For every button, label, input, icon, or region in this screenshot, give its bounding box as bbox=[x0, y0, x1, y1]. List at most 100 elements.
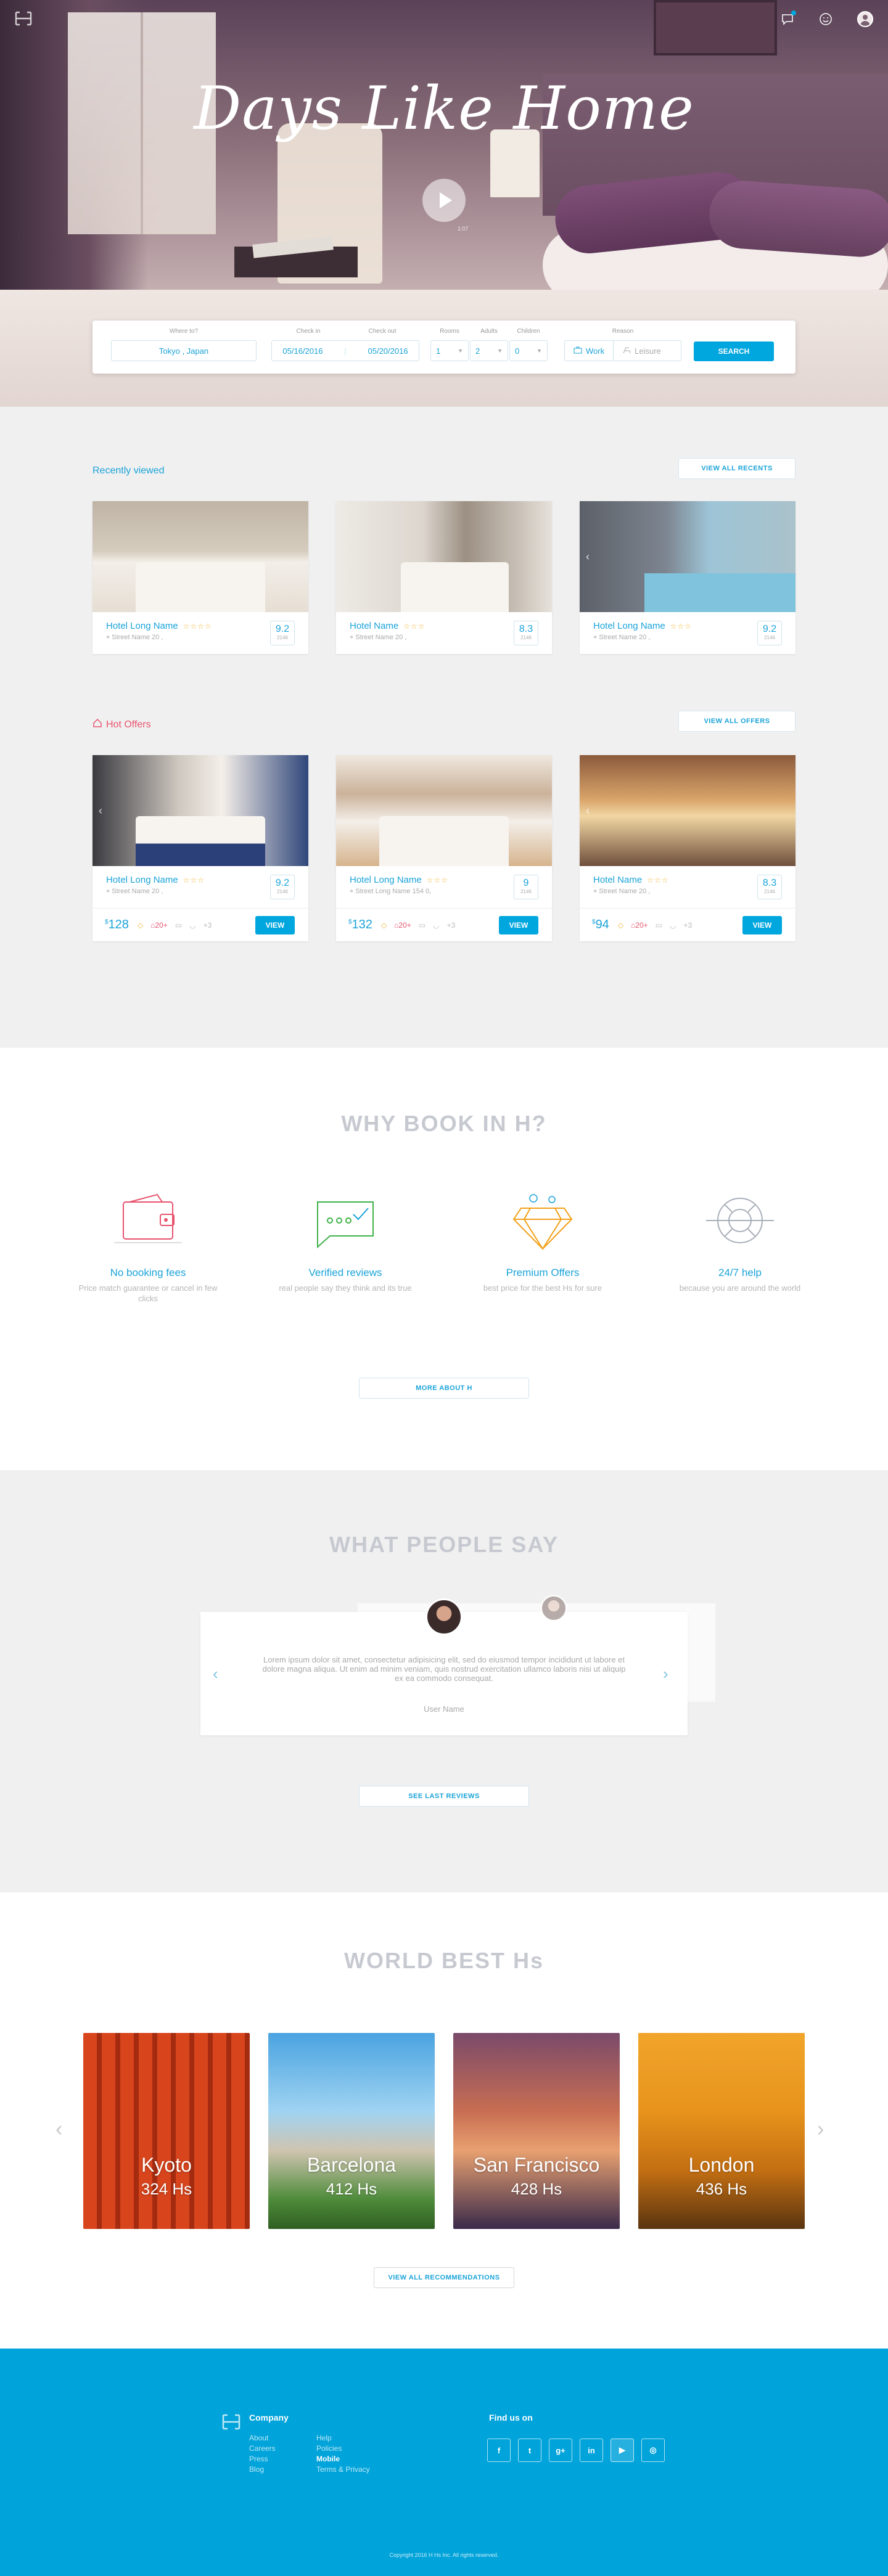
hotel-stars: ☆☆☆ bbox=[647, 875, 669, 885]
view-offer-button[interactable]: VIEW bbox=[499, 916, 538, 934]
photo-prev-arrow-icon[interactable]: ‹ bbox=[99, 804, 102, 817]
city-name: Kyoto bbox=[141, 2154, 192, 2176]
hotel-photo bbox=[336, 755, 552, 866]
chat-check-icon bbox=[265, 1187, 426, 1254]
footer-h-logo-icon[interactable] bbox=[222, 2414, 240, 2430]
youtube-icon[interactable]: ▶ bbox=[610, 2439, 634, 2462]
amenities: ◇ ⌂20+ ▭ ◡ +3 bbox=[381, 921, 455, 930]
location-pin-icon: ⌖ bbox=[350, 634, 356, 641]
hotel-name[interactable]: Hotel Long Name bbox=[106, 621, 178, 631]
instagram-icon[interactable]: ◎ bbox=[641, 2439, 665, 2462]
view-all-recents-button[interactable]: VIEW ALL RECENTS bbox=[678, 458, 796, 479]
hot-offers-title: Hot Offers bbox=[106, 719, 151, 730]
discount-badge: ⌂20+ bbox=[150, 920, 168, 930]
hotel-info: Hotel Long Name ☆☆☆ ⌖ Street Name 20 , 9.… bbox=[580, 612, 796, 654]
footer-link-mobile[interactable]: Mobile bbox=[316, 2455, 340, 2463]
reviewer-avatar-secondary[interactable] bbox=[540, 1595, 567, 1622]
reason-leisure-option[interactable]: Leisure bbox=[614, 341, 670, 361]
diamond-icon: ◇ bbox=[137, 920, 144, 930]
linkedin-icon[interactable]: in bbox=[580, 2439, 603, 2462]
feature-no-fees: No booking fees Price match guarantee or… bbox=[68, 1187, 228, 1304]
checkout-input[interactable]: 05/20/2016 bbox=[368, 346, 408, 356]
photo-bed bbox=[136, 562, 265, 612]
checkin-input[interactable]: 05/16/2016 bbox=[282, 346, 323, 356]
recent-hotel-card[interactable]: Hotel Long Name ☆☆☆☆ ⌖ Street Name 20 , 9… bbox=[92, 501, 308, 654]
play-video-button[interactable] bbox=[422, 179, 466, 222]
city-card-barcelona[interactable]: Barcelona 412 Hs bbox=[268, 2033, 435, 2229]
adults-select[interactable]: 2 ▼ bbox=[470, 340, 508, 361]
view-all-offers-button[interactable]: VIEW ALL OFFERS bbox=[678, 711, 796, 732]
facebook-icon[interactable]: f bbox=[487, 2439, 511, 2462]
why-book-title: WHY BOOK IN H? bbox=[341, 1111, 547, 1136]
hotel-info: Hotel Name ☆☆☆ ⌖ Street Name 20 , 8.3 2146 bbox=[580, 866, 796, 908]
feature-premium-offers: Premium Offers best price for the best H… bbox=[462, 1187, 623, 1293]
reason-work-option[interactable]: Work bbox=[565, 341, 614, 361]
hotel-name[interactable]: Hotel Long Name bbox=[350, 875, 422, 885]
cities-next-arrow-icon[interactable]: › bbox=[817, 2117, 824, 2141]
dates-field: 05/16/2016 | 05/20/2016 bbox=[271, 340, 419, 361]
review-prev-arrow-icon[interactable]: ‹ bbox=[213, 1664, 218, 1683]
feature-verified-reviews: Verified reviews real people say they th… bbox=[265, 1187, 426, 1293]
hero-wall-frame bbox=[654, 0, 777, 55]
google-plus-icon[interactable]: g+ bbox=[549, 2439, 572, 2462]
smiley-icon[interactable] bbox=[819, 12, 832, 26]
search-button[interactable]: SEARCH bbox=[694, 341, 774, 361]
copyright-text: Copyright 2016 H Hs Inc. All rights rese… bbox=[389, 2552, 499, 2558]
hotel-name[interactable]: Hotel Long Name bbox=[106, 875, 178, 885]
reason-work-label: Work bbox=[586, 346, 605, 356]
footer-link-terms[interactable]: Terms & Privacy bbox=[316, 2465, 370, 2474]
price-value: 94 bbox=[595, 918, 609, 931]
photo-prev-arrow-icon[interactable]: ‹ bbox=[586, 550, 590, 563]
footer-link-blog[interactable]: Blog bbox=[249, 2465, 264, 2474]
photo-prev-arrow-icon[interactable]: ‹ bbox=[586, 804, 590, 817]
h-logo-icon[interactable] bbox=[15, 11, 32, 26]
view-offer-button[interactable]: VIEW bbox=[742, 916, 782, 934]
footer-link-policies[interactable]: Policies bbox=[316, 2444, 342, 2453]
hotel-score: 9 2146 bbox=[514, 875, 538, 899]
video-duration: 1:07 bbox=[458, 226, 469, 232]
photo-bed bbox=[136, 816, 265, 866]
hotel-address: Street Name 20 , bbox=[112, 634, 163, 641]
hotel-name[interactable]: Hotel Name bbox=[593, 875, 642, 885]
bed-icon: ▭ bbox=[418, 920, 426, 930]
discount-value: 20+ bbox=[635, 920, 648, 930]
hotel-address: Street Long Name 154 0, bbox=[355, 888, 432, 895]
messages-icon[interactable] bbox=[781, 10, 796, 26]
recent-hotel-card[interactable]: Hotel Name ☆☆☆ ⌖ Street Name 20 , 8.3 2146 bbox=[336, 501, 552, 654]
footer-link-about[interactable]: About bbox=[249, 2434, 268, 2442]
city-card-london[interactable]: London 436 Hs bbox=[638, 2033, 805, 2229]
score-value: 9.2 bbox=[762, 624, 777, 634]
footer-link-press[interactable]: Press bbox=[249, 2455, 268, 2463]
footer-link-help[interactable]: Help bbox=[316, 2434, 332, 2442]
offer-hotel-card[interactable]: ‹ Hotel Name ☆☆☆ ⌖ Street Name 20 , 8.3 21… bbox=[580, 755, 796, 941]
photo-bed bbox=[379, 816, 509, 866]
feature-title: Premium Offers bbox=[506, 1267, 580, 1278]
footer-link-careers[interactable]: Careers bbox=[249, 2444, 276, 2453]
more-about-button[interactable]: MORE ABOUT H bbox=[359, 1378, 529, 1399]
see-last-reviews-button[interactable]: SEE LAST REVIEWS bbox=[359, 1786, 529, 1807]
hotel-address: Street Name 20 , bbox=[355, 634, 407, 641]
where-input[interactable]: Tokyo , Japan bbox=[111, 340, 257, 361]
view-all-recommendations-button[interactable]: VIEW ALL RECOMMENDATIONS bbox=[374, 2267, 514, 2288]
city-card-kyoto[interactable]: Kyoto 324 Hs bbox=[83, 2033, 250, 2229]
review-count: 2146 bbox=[764, 635, 775, 640]
offer-hotel-card[interactable]: ‹ Hotel Long Name ☆☆☆ ⌖ Street Name 20 , … bbox=[92, 755, 308, 941]
city-card-san-francisco[interactable]: San Francisco 428 Hs bbox=[453, 2033, 620, 2229]
hotel-name[interactable]: Hotel Name bbox=[350, 621, 398, 631]
twitter-icon[interactable]: t bbox=[518, 2439, 541, 2462]
children-select[interactable]: 0 ▼ bbox=[509, 340, 548, 361]
chevron-down-icon: ▼ bbox=[458, 348, 463, 354]
hotel-name[interactable]: Hotel Long Name bbox=[593, 621, 665, 631]
user-avatar[interactable] bbox=[857, 11, 873, 27]
rooms-select[interactable]: 1 ▼ bbox=[430, 340, 469, 361]
recent-hotel-card[interactable]: ‹ Hotel Long Name ☆☆☆ ⌖ Street Name 20 , … bbox=[580, 501, 796, 654]
hotel-photo bbox=[336, 501, 552, 612]
score-value: 8.3 bbox=[519, 624, 533, 634]
location-pin-icon: ⌖ bbox=[106, 888, 112, 895]
offer-hotel-card[interactable]: Hotel Long Name ☆☆☆ ⌖ Street Long Name 15… bbox=[336, 755, 552, 941]
review-next-arrow-icon[interactable]: › bbox=[663, 1664, 668, 1683]
cities-prev-arrow-icon[interactable]: ‹ bbox=[56, 2117, 62, 2141]
hotel-price: $94 bbox=[592, 918, 609, 932]
extra-amenities: +3 bbox=[446, 920, 456, 930]
view-offer-button[interactable]: VIEW bbox=[255, 916, 295, 934]
